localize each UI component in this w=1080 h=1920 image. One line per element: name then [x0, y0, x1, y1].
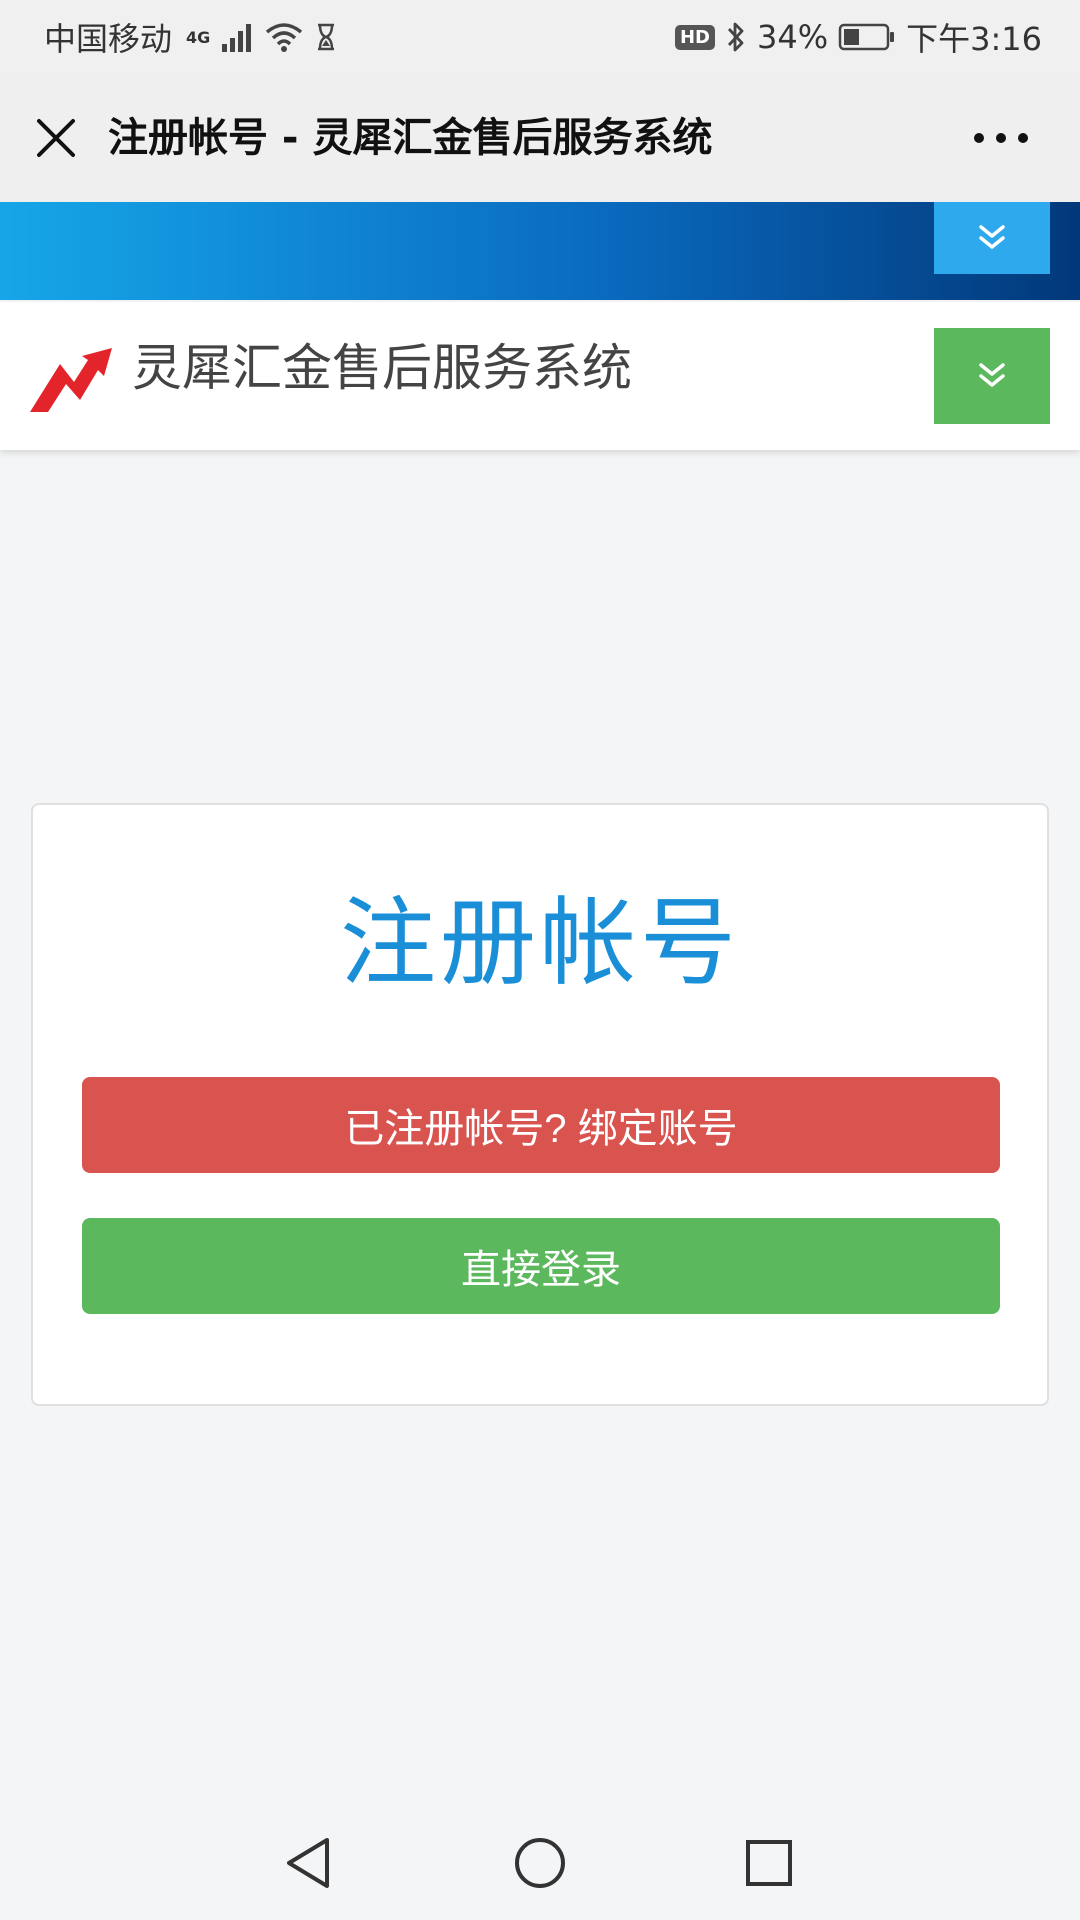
network-type: 4G: [186, 28, 211, 47]
home-button[interactable]: [505, 1828, 575, 1898]
back-button[interactable]: [273, 1828, 343, 1898]
hd-badge: HD: [674, 24, 715, 50]
home-icon: [515, 1838, 565, 1888]
logo-icon: [30, 348, 112, 412]
double-chevron-down-icon: [979, 363, 1005, 387]
more-button[interactable]: [966, 114, 1036, 162]
back-icon: [287, 1838, 329, 1888]
status-bar: 中国移动 4G HD 34% 下午3:16: [0, 0, 1080, 74]
wifi-icon: [266, 23, 303, 52]
card-title: 注册帐号: [340, 887, 740, 999]
battery-percent: 34%: [757, 18, 829, 56]
more-icon: [974, 133, 1028, 143]
page-title: 注册帐号 - 灵犀汇金售后服务系统: [108, 115, 713, 161]
recents-button[interactable]: [734, 1828, 804, 1898]
banner-menu-toggle[interactable]: [934, 202, 1050, 274]
close-button[interactable]: [28, 106, 84, 170]
site-header: 灵犀汇金售后服务系统: [0, 302, 1080, 450]
bluetooth-icon: [727, 22, 744, 52]
top-banner: [0, 202, 1080, 300]
webview-nav-bar: 注册帐号 - 灵犀汇金售后服务系统: [0, 74, 1080, 202]
status-left: 中国移动 4G: [44, 14, 338, 60]
direct-login-button[interactable]: 直接登录: [82, 1218, 1000, 1314]
battery-icon: [838, 23, 895, 51]
double-chevron-down-icon: [979, 225, 1005, 249]
carrier-label: 中国移动: [44, 20, 173, 58]
signal-icon: [222, 24, 252, 52]
close-icon: [37, 119, 75, 157]
header-menu-toggle[interactable]: [934, 328, 1050, 424]
status-right: HD 34% 下午3:16: [674, 14, 1042, 60]
system-nav-bar: [0, 1810, 1080, 1920]
clock: 下午3:16: [906, 20, 1042, 58]
screen: 中国移动 4G HD 34% 下午3:16 注册帐号 - 灵犀汇金售后服务系统 …: [0, 0, 1080, 1920]
site-name: 灵犀汇金售后服务系统: [132, 339, 632, 397]
recents-icon: [746, 1840, 792, 1886]
register-card: 注册帐号 已注册帐号? 绑定账号 直接登录: [31, 803, 1049, 1406]
hourglass-icon: [318, 23, 335, 51]
bind-account-button[interactable]: 已注册帐号? 绑定账号: [82, 1077, 1000, 1173]
